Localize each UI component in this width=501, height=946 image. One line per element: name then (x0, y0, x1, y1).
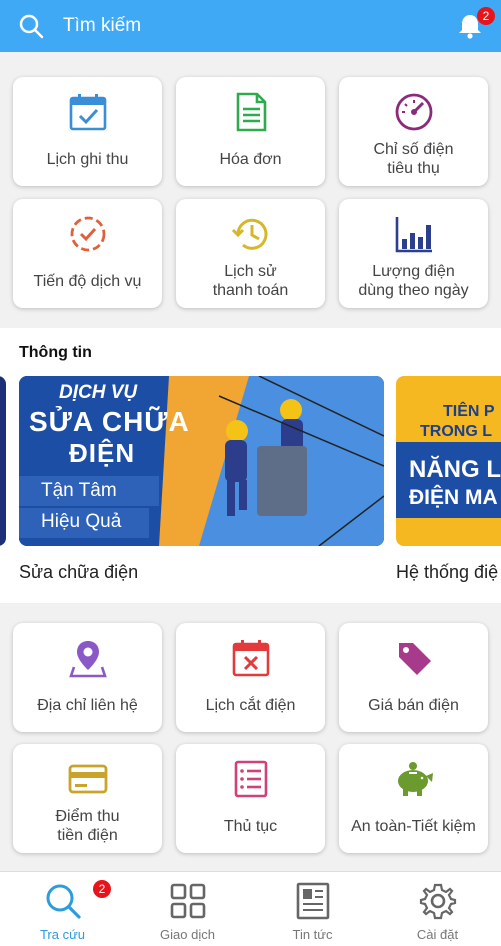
tile-luong-dien[interactable]: Lượng điện dùng theo ngày (339, 199, 488, 308)
banner-line1: DỊCH VỤ (59, 382, 138, 403)
gauge-icon (395, 93, 432, 131)
card-icon (68, 764, 107, 794)
tile-label: Lượng điện dùng theo ngày (358, 263, 469, 299)
banner2-line3: NĂNG L (409, 456, 501, 483)
banner2-line4: ĐIỆN MA (409, 486, 498, 509)
tile-label: Điểm thu tiền điện (55, 808, 120, 844)
tile-hoa-don[interactable]: Hóa đơn (176, 77, 325, 186)
tile-label: Thủ tục (223, 817, 278, 835)
tile-label: Tiến độ dịch vụ (33, 272, 142, 290)
tile-label: Chỉ số điện tiêu thụ (373, 141, 454, 177)
notification-badge: 2 (477, 7, 495, 25)
banner2-line1: TIÊN P (443, 403, 495, 420)
tile-label: Lịch sử thanh toán (212, 263, 289, 299)
tile-an-toan-tiet-kiem[interactable]: An toàn-Tiết kiệm (339, 744, 488, 853)
piggy-bank-icon (397, 762, 433, 796)
tile-label: An toàn-Tiết kiệm (351, 817, 476, 835)
info-section: Thông tin DỊCH VỤ SỬA CHỮA ĐIỆN Tận Tâm … (0, 328, 501, 603)
banner-sua-chua-dien[interactable]: DỊCH VỤ SỬA CHỮA ĐIỆN Tận Tâm Hiệu Quả (19, 376, 384, 546)
banner-tag2: Hiệu Quả (41, 511, 122, 532)
invoice-icon (236, 92, 266, 132)
tile-lich-su-thanh-toan[interactable]: Lịch sử thanh toán (176, 199, 325, 308)
tile-label: Hóa đơn (219, 150, 282, 168)
banner-caption: Sửa chữa điện (19, 562, 139, 582)
banner-previous[interactable] (0, 376, 6, 546)
tile-label: Địa chỉ liên hệ (37, 696, 138, 714)
nav-label: Cài đặt (416, 927, 459, 942)
grid-icon (170, 883, 205, 919)
search-icon[interactable] (18, 13, 44, 39)
banner2-line2: TRONG L (420, 423, 492, 440)
tile-label: Lịch ghi thu (46, 150, 129, 168)
banner-line2: SỬA CHỮA (29, 406, 190, 437)
tile-diem-thu-tien-dien[interactable]: Điểm thu tiền điện (13, 744, 162, 853)
nav-badge: 2 (93, 880, 111, 898)
nav-cai-dat[interactable]: Cài đặt (375, 872, 500, 946)
nav-label: Tin tức (292, 927, 333, 942)
banner-line3: ĐIỆN (69, 438, 136, 468)
gear-icon (419, 883, 456, 920)
tile-chi-so-dien[interactable]: Chỉ số điện tiêu thụ (339, 77, 488, 186)
banner-he-thong-dien[interactable]: TIÊN P TRONG L NĂNG L ĐIỆN MA (396, 376, 501, 546)
search-input[interactable]: Tìm kiếm (63, 15, 141, 37)
price-tag-icon (398, 643, 431, 675)
app-header: Tìm kiếm 2 (0, 0, 501, 52)
tile-dia-chi-lien-he[interactable]: Địa chỉ liên hệ (13, 623, 162, 732)
tile-label: Giá bán điện (368, 696, 459, 714)
history-icon (231, 218, 267, 250)
calendar-x-icon (232, 640, 269, 677)
service-grid-top: Lịch ghi thu Hóa đơn Chỉ số điện tiêu th… (0, 52, 501, 328)
tile-gia-ban-dien[interactable]: Giá bán điện (339, 623, 488, 732)
document-list-icon (234, 760, 267, 798)
bottom-navigation: Tra cứu 2 Giao dịch Tin tức Cài đặt (0, 871, 501, 946)
nav-tin-tuc[interactable]: Tin tức (250, 872, 375, 946)
tile-thu-tuc[interactable]: Thủ tục (176, 744, 325, 853)
newspaper-icon (296, 882, 329, 920)
location-pin-icon (68, 641, 107, 678)
tile-lich-ghi-thu[interactable]: Lịch ghi thu (13, 77, 162, 186)
nav-label: Tra cứu (39, 927, 86, 942)
nav-tra-cuu[interactable]: Tra cứu 2 (0, 872, 125, 946)
tile-label: Lịch cắt điện (205, 696, 296, 714)
nav-label: Giao dịch (160, 927, 215, 942)
search-icon (46, 884, 81, 919)
nav-giao-dich[interactable]: Giao dịch (125, 872, 250, 946)
banner-tag1: Tận Tâm (41, 480, 117, 501)
bar-chart-icon (395, 217, 432, 253)
service-grid-bottom: Địa chỉ liên hệ Lịch cắt điện Giá bán đi… (0, 603, 501, 871)
tile-lich-cat-dien[interactable]: Lịch cắt điện (176, 623, 325, 732)
progress-check-icon (70, 216, 105, 252)
banner-caption: Hệ thống điệ (396, 562, 499, 582)
calendar-check-icon (69, 94, 106, 131)
tile-tien-do-dich-vu[interactable]: Tiến độ dịch vụ (13, 199, 162, 308)
section-title: Thông tin (19, 344, 92, 361)
